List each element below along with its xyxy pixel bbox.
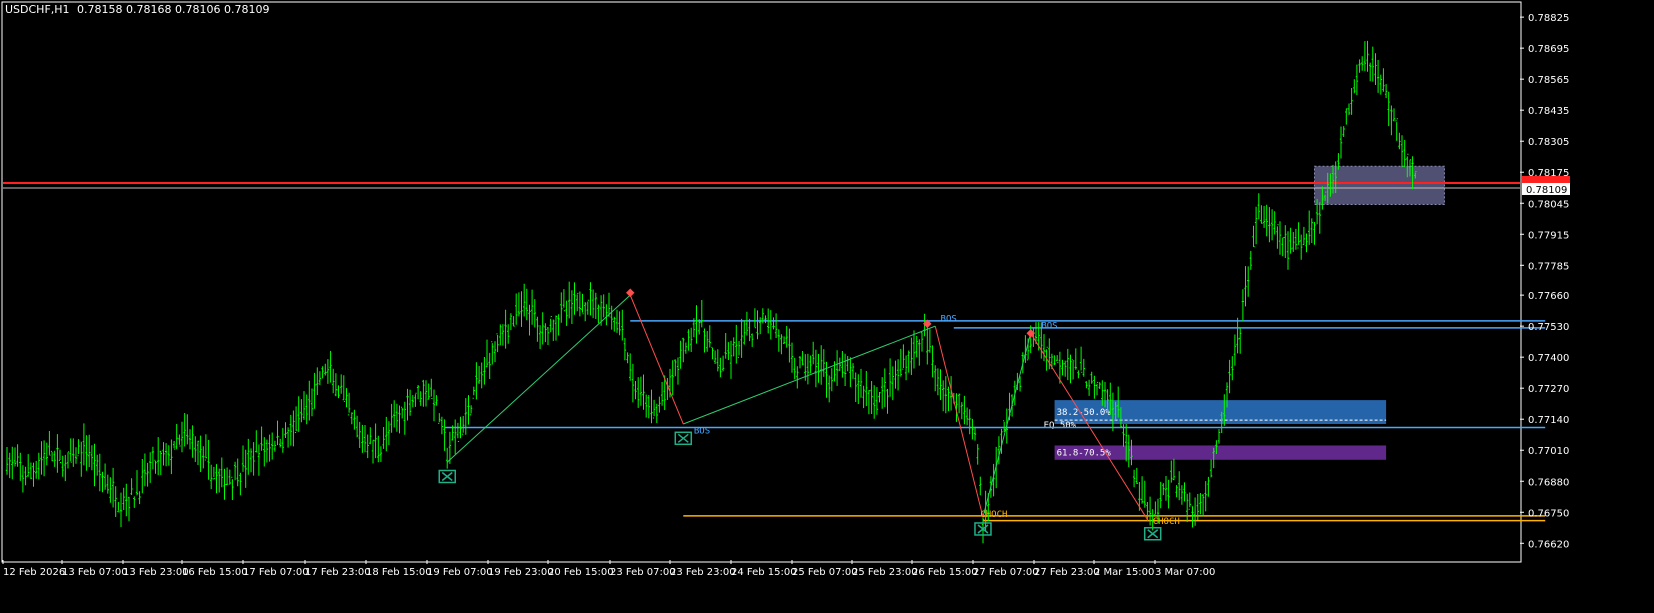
x-tick-label-7: 19 Feb 07:00 bbox=[427, 567, 493, 578]
annotation-bos-0: BOS bbox=[694, 427, 710, 437]
swing-line-0 bbox=[446, 294, 631, 463]
candles-layer bbox=[5, 40, 1417, 544]
price-chart[interactable]: 38.2-50.0% 61.8-70.5% EQ 50% BOS BOS BOS CHOC… bbox=[0, 0, 1654, 613]
x-tick-label-11: 23 Feb 23:00 bbox=[670, 567, 736, 578]
marker-cross-icon-0 bbox=[441, 471, 453, 482]
supply-zone bbox=[1313, 165, 1445, 205]
x-tick-label-2: 13 Feb 23:00 bbox=[123, 567, 189, 578]
marker-cross-icon-1 bbox=[677, 433, 689, 443]
x-tick-label-16: 27 Feb 07:00 bbox=[973, 567, 1039, 578]
y-tick-label-17: 0.76620 bbox=[1528, 539, 1569, 550]
x-tick-label-19: 3 Mar 07:00 bbox=[1155, 567, 1215, 578]
y-tick-label-7: 0.77915 bbox=[1528, 230, 1569, 241]
ohlc-bars bbox=[5, 40, 1417, 544]
annotation-bos-1: BOS bbox=[941, 314, 957, 324]
time-axis[interactable]: 12 Feb 202613 Feb 07:0013 Feb 23:0016 Fe… bbox=[2, 560, 1215, 578]
x-tick-label-6: 18 Feb 15:00 bbox=[366, 567, 432, 578]
swing-line-4 bbox=[982, 333, 1032, 518]
x-tick-label-4: 17 Feb 07:00 bbox=[243, 567, 309, 578]
price-axis[interactable]: 0.78825 0.78695 0.78565 0.78435 0.78305 0.781… bbox=[1520, 13, 1569, 550]
x-tick-label-1: 13 Feb 07:00 bbox=[62, 567, 128, 578]
y-tick-label-14: 0.77010 bbox=[1528, 446, 1569, 457]
y-tick-label-8: 0.77785 bbox=[1528, 261, 1569, 272]
y-tick-label-0: 0.78825 bbox=[1528, 13, 1569, 24]
swing-line-2 bbox=[683, 325, 936, 425]
y-tick-label-15: 0.76880 bbox=[1528, 477, 1569, 488]
y-tick-label-4: 0.78305 bbox=[1528, 137, 1569, 148]
fib-zone-upper-label: 38.2-50.0% bbox=[1057, 408, 1112, 418]
y-tick-label-6: 0.78045 bbox=[1528, 199, 1569, 210]
x-tick-label-18: 2 Mar 15:00 bbox=[1094, 567, 1154, 578]
x-tick-label-10: 23 Feb 07:00 bbox=[610, 567, 676, 578]
x-tick-label-8: 19 Feb 23:00 bbox=[488, 567, 554, 578]
x-tick-label-0: 12 Feb 2026 bbox=[3, 567, 65, 578]
x-tick-label-13: 25 Feb 07:00 bbox=[792, 567, 858, 578]
y-tick-label-16: 0.76750 bbox=[1528, 508, 1569, 519]
current-price-label: 0.78109 bbox=[1522, 175, 1570, 196]
swing-point-0 bbox=[626, 288, 635, 297]
x-tick-label-15: 26 Feb 15:00 bbox=[912, 567, 978, 578]
swing-line-3 bbox=[934, 326, 984, 518]
x-tick-label-17: 27 Feb 23:00 bbox=[1034, 567, 1100, 578]
annotation-bos-2: BOS bbox=[1041, 322, 1057, 332]
x-tick-label-12: 24 Feb 15:00 bbox=[731, 567, 797, 578]
annotation-choch-3: CHOCH bbox=[980, 510, 1007, 520]
fib-zone-lower-label: 61.8-70.5% bbox=[1057, 449, 1112, 459]
eq-line-label: EQ 50% bbox=[1044, 421, 1077, 431]
y-tick-label-10: 0.77530 bbox=[1528, 322, 1569, 333]
zones-layer: 38.2-50.0% 61.8-70.5% EQ 50% bbox=[1044, 165, 1445, 460]
current-price-text: 0.78109 bbox=[1526, 185, 1567, 196]
y-tick-label-3: 0.78435 bbox=[1528, 106, 1569, 117]
x-tick-label-9: 20 Feb 15:00 bbox=[548, 567, 614, 578]
x-tick-label-5: 17 Feb 23:00 bbox=[305, 567, 371, 578]
y-tick-label-12: 0.77270 bbox=[1528, 384, 1569, 395]
annotation-choch-4: CHOCH bbox=[1153, 517, 1180, 527]
chart-symbol: USDCHF,H1 bbox=[5, 3, 70, 16]
y-tick-label-13: 0.77140 bbox=[1528, 415, 1569, 426]
chart-ohlc: 0.78158 0.78168 0.78106 0.78109 bbox=[77, 3, 269, 16]
y-tick-label-1: 0.78695 bbox=[1528, 44, 1569, 55]
levels-layer bbox=[3, 181, 1546, 522]
y-tick-label-9: 0.77660 bbox=[1528, 291, 1569, 302]
x-tick-label-3: 16 Feb 15:00 bbox=[182, 567, 248, 578]
y-tick-label-11: 0.77400 bbox=[1528, 353, 1569, 364]
x-tick-label-14: 25 Feb 23:00 bbox=[852, 567, 918, 578]
y-tick-label-2: 0.78565 bbox=[1528, 75, 1569, 86]
marker-cross-icon-3 bbox=[1147, 529, 1159, 539]
